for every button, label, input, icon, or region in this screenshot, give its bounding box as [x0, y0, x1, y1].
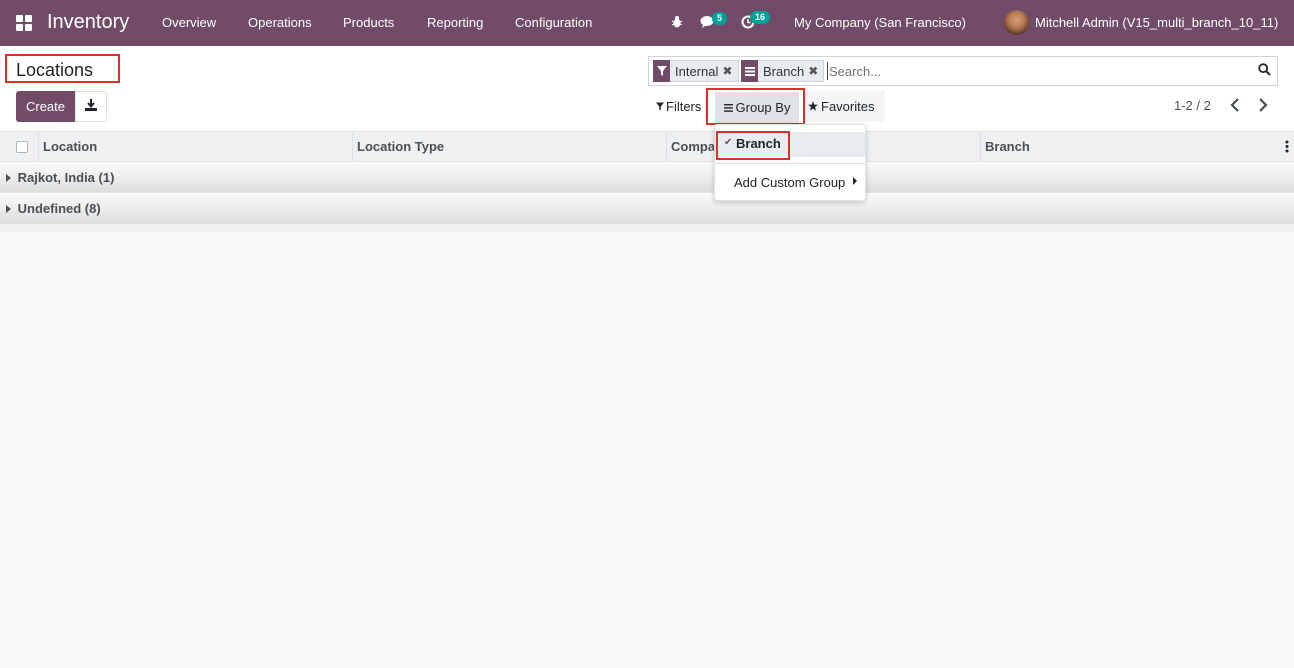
- facet-remove-icon[interactable]: ✖: [808, 64, 822, 78]
- download-button[interactable]: [75, 91, 107, 122]
- table-header: Location Location Type Company Branch: [0, 132, 1294, 162]
- groupby-dropdown: ✔ Branch Add Custom Group: [714, 124, 866, 201]
- dropdown-divider: [715, 163, 865, 164]
- favorites-label: Favorites: [821, 99, 875, 114]
- bug-icon[interactable]: [671, 15, 683, 32]
- facet-internal: Internal ✖: [653, 60, 739, 82]
- breadcrumb: Locations: [5, 54, 120, 83]
- filters-button[interactable]: Filters: [656, 91, 701, 122]
- menu-products[interactable]: Products: [343, 15, 394, 30]
- menu-operations[interactable]: Operations: [248, 15, 312, 30]
- apps-menu-icon[interactable]: [16, 15, 32, 31]
- activity-badge: 16: [750, 11, 771, 24]
- groupby-highlight: Group By: [706, 88, 805, 125]
- list-icon: [723, 100, 733, 115]
- app-title[interactable]: Inventory: [47, 11, 129, 34]
- column-location-type[interactable]: Location Type: [352, 132, 666, 162]
- groupby-button[interactable]: Group By: [715, 92, 799, 123]
- create-button[interactable]: Create: [16, 91, 75, 122]
- filters-label: Filters: [666, 99, 702, 114]
- list-view: Location Location Type Company Branch Ra…: [0, 132, 1294, 232]
- column-location[interactable]: Location: [38, 132, 352, 162]
- pager-value[interactable]: 1-2 / 2: [1174, 98, 1211, 113]
- control-panel: Locations Create Internal ✖ Branch ✖ Sea…: [0, 46, 1294, 132]
- caret-right-icon: [853, 177, 857, 185]
- add-custom-group[interactable]: Add Custom Group: [734, 175, 845, 190]
- groupby-item-highlight: ✔ Branch: [716, 131, 790, 160]
- page-title: Locations: [16, 60, 94, 80]
- pager-next-icon[interactable]: [1258, 98, 1268, 117]
- filter-icon: [653, 60, 670, 82]
- search-icon[interactable]: [1258, 63, 1271, 79]
- pager-previous-icon[interactable]: [1230, 98, 1240, 117]
- groupby-label: Group By: [735, 100, 791, 115]
- checkmark-icon: ✔: [724, 137, 733, 148]
- favorites-button[interactable]: Favorites: [808, 91, 874, 122]
- optional-columns-icon[interactable]: [1285, 140, 1289, 156]
- column-branch[interactable]: Branch: [980, 132, 1280, 162]
- group-label: Undefined (8): [17, 201, 101, 216]
- facet-label: Branch: [763, 63, 805, 79]
- menu-overview[interactable]: Overview: [162, 15, 216, 30]
- facet-branch: Branch ✖: [741, 60, 824, 82]
- facet-remove-icon[interactable]: ✖: [722, 64, 736, 78]
- group-row[interactable]: Undefined (8): [0, 193, 1294, 224]
- search-input[interactable]: [827, 62, 1247, 80]
- company-switcher[interactable]: My Company (San Francisco): [794, 15, 966, 30]
- group-row[interactable]: Rajkot, India (1): [0, 162, 1294, 193]
- caret-right-icon: [6, 205, 11, 213]
- user-avatar[interactable]: [1004, 10, 1029, 35]
- download-icon: [85, 99, 97, 114]
- list-icon: [741, 60, 758, 82]
- list-footer: [0, 224, 1294, 232]
- caret-right-icon: [6, 174, 11, 182]
- search-bar: Internal ✖ Branch ✖: [648, 56, 1278, 86]
- group-label: Rajkot, India (1): [17, 170, 115, 185]
- menu-reporting[interactable]: Reporting: [427, 15, 483, 30]
- top-navbar: Inventory Overview Operations Products R…: [0, 0, 1294, 46]
- messages-badge: 5: [712, 12, 728, 25]
- groupby-item-label[interactable]: Branch: [736, 136, 781, 151]
- select-all-checkbox[interactable]: [16, 141, 28, 153]
- star-icon: [808, 99, 818, 114]
- user-menu[interactable]: Mitchell Admin (V15_multi_branch_10_11): [1035, 15, 1278, 30]
- filter-icon: [656, 99, 664, 114]
- facet-label: Internal: [675, 63, 719, 79]
- menu-configuration[interactable]: Configuration: [515, 15, 592, 30]
